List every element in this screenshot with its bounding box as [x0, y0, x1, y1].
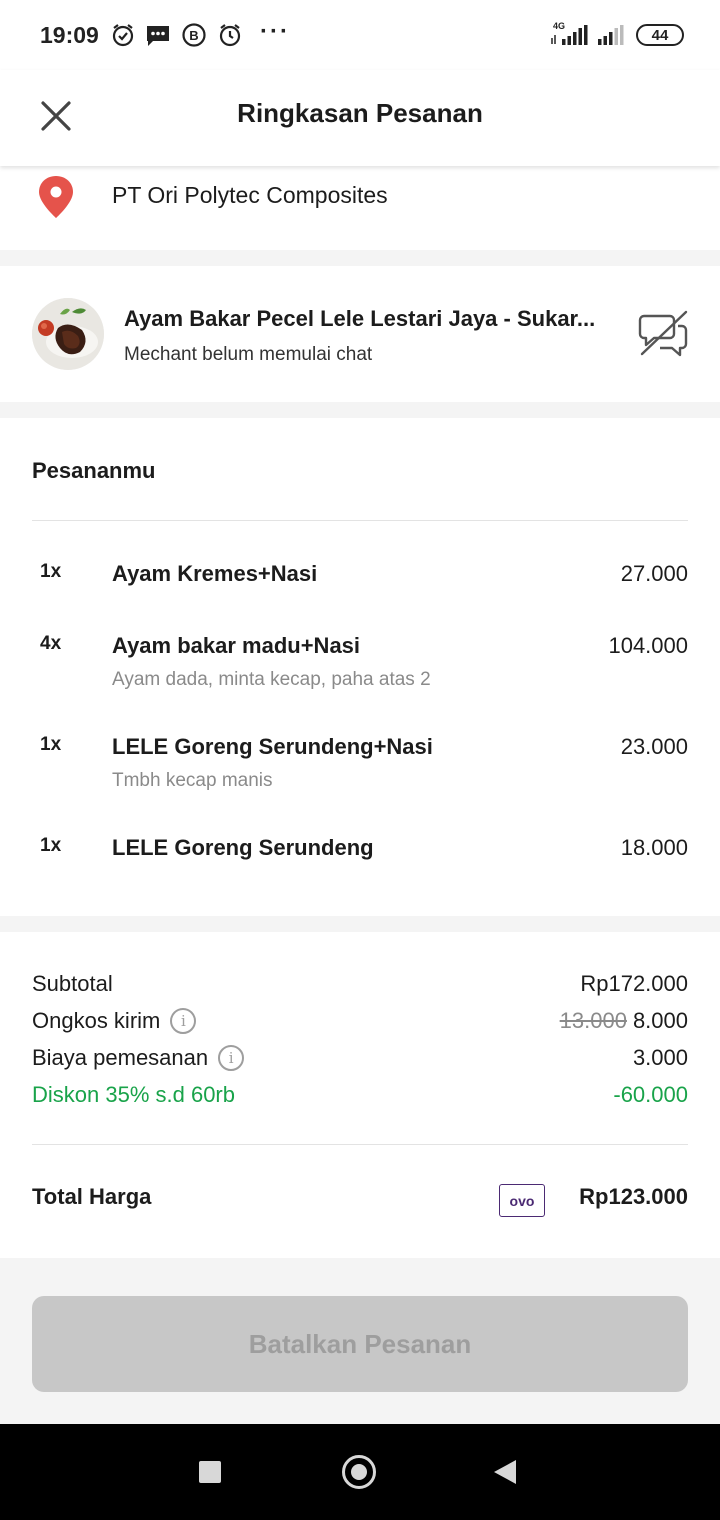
recents-icon[interactable]	[199, 1461, 221, 1483]
battery-level: 44	[651, 26, 669, 44]
status-time: 19:09	[40, 22, 99, 48]
system-nav-bar	[0, 1424, 720, 1520]
delivery-fee-label: Ongkos kirim	[32, 1008, 161, 1033]
item-price: 104.000	[608, 633, 688, 658]
order-fee-label-group: Biaya pemesanan i	[32, 1045, 245, 1071]
item-price: 23.000	[620, 734, 688, 759]
subtotal-label: Subtotal	[32, 971, 113, 996]
location-pin-icon	[39, 176, 73, 218]
item-note: Tmbh kecap manis	[112, 770, 273, 791]
cancel-order-button[interactable]: Batalkan Pesanan	[32, 1296, 688, 1392]
delivery-location: PT Ori Polytec Composites	[0, 166, 720, 250]
info-icon[interactable]: i	[218, 1045, 245, 1071]
item-quantity: 1x	[40, 835, 62, 856]
item-quantity: 1x	[40, 734, 62, 755]
item-price: 27.000	[620, 561, 688, 586]
delivery-fee-row: Ongkos kirim i 13.000 8.000	[32, 1008, 688, 1038]
item-name: Ayam bakar madu+Nasi	[112, 633, 361, 658]
food-photo-icon	[32, 298, 104, 370]
item-quantity: 4x	[40, 633, 62, 654]
subtotal-row: Subtotal Rp172.000	[32, 971, 688, 1001]
subtotal-value: Rp172.000	[580, 971, 688, 996]
ovo-payment-badge: ovo	[499, 1184, 545, 1217]
svg-text:B: B	[189, 28, 198, 43]
message-icon	[147, 26, 169, 46]
item-price: 18.000	[620, 835, 688, 860]
item-name: LELE Goreng Serundeng	[112, 835, 374, 860]
merchant-avatar	[32, 298, 104, 370]
back-icon[interactable]	[494, 1460, 516, 1484]
info-icon[interactable]: i	[170, 1008, 197, 1034]
status-bar: 19:09 B ··· 4G 44	[0, 0, 720, 70]
alarm-icon	[219, 24, 241, 47]
discount-label: Diskon 35% s.d 60rb	[32, 1082, 235, 1107]
location-name: PT Ori Polytec Composites	[112, 182, 388, 208]
signal-icon	[551, 25, 588, 45]
item-note: Ayam dada, minta kecap, paha atas 2	[112, 669, 431, 690]
b-app-icon: B	[182, 23, 206, 47]
order-fee-value: 3.000	[632, 1045, 688, 1070]
divider	[32, 520, 688, 521]
order-fee-row: Biaya pemesanan i 3.000	[32, 1045, 688, 1075]
merchant-chat-status: Mechant belum memulai chat	[124, 344, 373, 365]
battery-icon: 44	[636, 24, 684, 46]
home-icon[interactable]	[342, 1455, 376, 1489]
total-value: Rp123.000	[579, 1184, 688, 1209]
price-summary-card: Subtotal Rp172.000 Ongkos kirim i 13.000…	[0, 932, 720, 1258]
signal-2-icon	[598, 25, 624, 45]
order-section-title: Pesananmu	[32, 458, 156, 483]
home-icon-dot	[351, 1464, 367, 1480]
item-quantity: 1x	[40, 561, 62, 582]
delivery-fee-label-group: Ongkos kirim i	[32, 1008, 197, 1034]
item-name: Ayam Kremes+Nasi	[112, 561, 318, 586]
page-title: Ringkasan Pesanan	[237, 98, 483, 128]
merchant-name: Ayam Bakar Pecel Lele Lestari Jaya - Suk…	[124, 306, 596, 331]
app-header: Ringkasan Pesanan	[0, 70, 720, 166]
item-name: LELE Goreng Serundeng+Nasi	[112, 734, 433, 759]
delivery-fee-original: 13.000	[559, 1008, 627, 1033]
alarm-check-icon	[112, 24, 134, 47]
divider	[32, 1144, 688, 1145]
discount-value: -60.000	[613, 1082, 688, 1107]
discount-row: Diskon 35% s.d 60rb -60.000	[32, 1082, 688, 1112]
chat-disabled-icon[interactable]	[636, 306, 692, 362]
more-notifications-icon: ···	[260, 18, 290, 45]
order-fee-label: Biaya pemesanan	[32, 1045, 209, 1070]
total-label: Total Harga	[32, 1184, 152, 1209]
delivery-fee-value: 8.000	[632, 1008, 688, 1033]
order-items-card: Pesananmu 1x Ayam Kremes+Nasi 27.000 4x …	[0, 418, 720, 916]
merchant-card: Ayam Bakar Pecel Lele Lestari Jaya - Suk…	[0, 266, 720, 402]
delivery-fee-value-group: 13.000 8.000	[560, 1008, 688, 1034]
